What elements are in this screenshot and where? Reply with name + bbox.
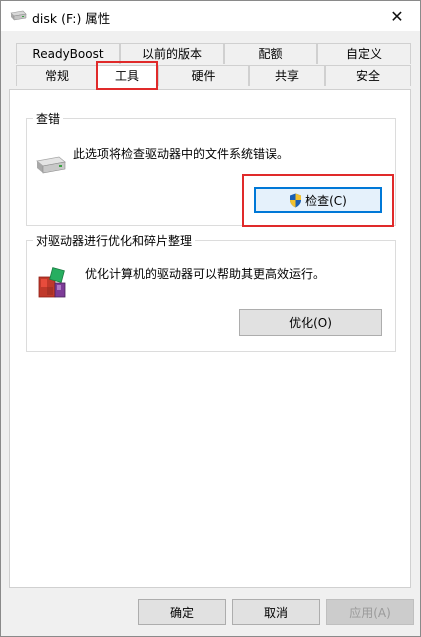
title-bar: disk (F:) 属性 ✕ [1, 1, 420, 31]
tab-general[interactable]: 常规 [16, 65, 98, 86]
cancel-button[interactable]: 取消 [232, 599, 320, 625]
drive-icon [9, 10, 27, 25]
check-button-label: 检查(C) [305, 193, 347, 208]
ok-button[interactable]: 确定 [138, 599, 226, 625]
error-check-description: 此选项将检查驱动器中的文件系统错误。 [73, 147, 290, 161]
window-title: disk (F:) 属性 [32, 11, 111, 26]
tab-previous-versions[interactable]: 以前的版本 [120, 43, 224, 64]
tab-sharing[interactable]: 共享 [249, 65, 325, 86]
drive-icon [35, 155, 67, 180]
tab-hardware[interactable]: 硬件 [158, 65, 249, 86]
properties-window: disk (F:) 属性 ✕ ReadyBoost 以前的版本 配额 自定义 常… [0, 0, 421, 637]
optimize-title: 对驱动器进行优化和碎片整理 [33, 232, 196, 249]
optimize-button[interactable]: 优化(O) [239, 309, 382, 336]
error-check-group: 查错 此选项将检查驱动器中的文件系统错误。 检查(C) [26, 110, 396, 227]
optimize-group: 对驱动器进行优化和碎片整理 优化计算机的驱动器可以帮助其更高效运行。 优化(O) [26, 232, 396, 352]
tab-tools[interactable]: 工具 [96, 65, 158, 89]
close-button[interactable]: ✕ [374, 1, 420, 31]
optimize-description: 优化计算机的驱动器可以帮助其更高效运行。 [85, 267, 326, 281]
tab-quota[interactable]: 配额 [224, 43, 317, 64]
tab-customize[interactable]: 自定义 [317, 43, 411, 64]
tools-panel: 查错 此选项将检查驱动器中的文件系统错误。 检查(C) 对驱动器进行优化和碎片整… [9, 89, 411, 588]
check-button[interactable]: 检查(C) [254, 187, 382, 213]
optimize-button-label: 优化(O) [289, 316, 332, 330]
shield-icon [289, 193, 302, 208]
close-icon: ✕ [390, 6, 404, 26]
tab-readyboost[interactable]: ReadyBoost [16, 43, 120, 64]
defrag-icon [37, 265, 69, 304]
apply-button[interactable]: 应用(A) [326, 599, 414, 625]
error-check-title: 查错 [33, 110, 64, 127]
tab-security[interactable]: 安全 [325, 65, 411, 86]
